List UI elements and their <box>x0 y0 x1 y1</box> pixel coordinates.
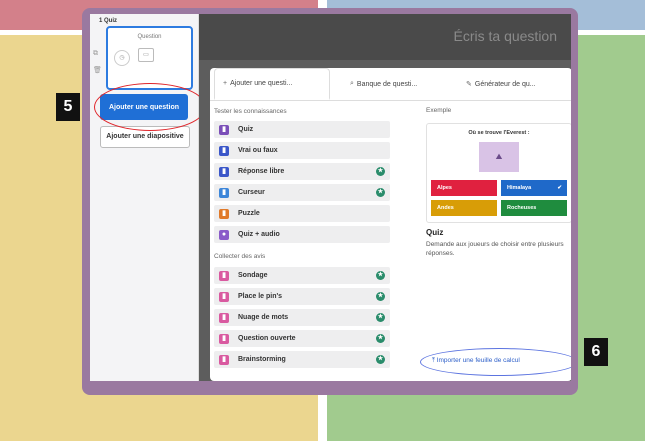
brainstorm-icon: ▮ <box>219 354 229 365</box>
tab-add-question[interactable]: + Ajouter une questi... <box>214 68 330 100</box>
item-label: Question ouverte <box>238 335 296 342</box>
question-type-quiz[interactable]: ▮ Quiz <box>214 121 390 138</box>
example-answer: Rocheuses <box>501 200 567 216</box>
example-preview-card: Où se trouve l'Everest : ⛰ Alpes Himalay… <box>426 123 571 223</box>
knowledge-heading: Tester les connaissances <box>214 108 287 115</box>
tab-label: Ajouter une questi... <box>230 80 293 87</box>
mountain-image-icon: ⛰ <box>479 142 519 172</box>
tab-label: Banque de questi... <box>356 80 418 88</box>
app-screen: 1 Quiz ⧉ 🗑 Question ◷ ▭ Ajouter une ques… <box>90 14 571 381</box>
item-label: Place le pin's <box>238 293 283 300</box>
premium-star-icon: ★ <box>376 313 385 322</box>
question-type-slider[interactable]: ▮ Curseur ★ <box>214 184 390 201</box>
tab-question-bank[interactable]: ⌕ Banque de questi... <box>342 68 452 100</box>
question-type-pin[interactable]: ▮ Place le pin's ★ <box>214 288 390 305</box>
example-type-title: Quiz <box>426 228 444 237</box>
example-answer: Alpes <box>431 180 497 196</box>
true-false-icon: ▮ <box>219 145 229 156</box>
trash-icon[interactable]: 🗑 <box>93 66 102 74</box>
duplicate-icon[interactable]: ⧉ <box>93 50 98 58</box>
answer-label: Himalaya <box>507 185 532 191</box>
step-badge-6: 6 <box>584 338 608 366</box>
item-label: Nuage de mots <box>238 314 289 321</box>
modal-tabs: + Ajouter une questi... ⌕ Banque de ques… <box>210 68 571 101</box>
step-badge-5: 5 <box>56 93 80 121</box>
search-icon: ⌕ <box>350 80 354 87</box>
item-label: Sondage <box>238 272 268 279</box>
slide-thumbnail[interactable]: Question ◷ ▭ <box>106 26 193 90</box>
premium-star-icon: ★ <box>376 334 385 343</box>
poll-icon: ▮ <box>219 270 229 281</box>
word-cloud-icon: ▮ <box>219 312 229 323</box>
question-title-placeholder[interactable]: Écris ta question <box>454 28 558 44</box>
item-label: Réponse libre <box>238 168 285 175</box>
example-question: Où se trouve l'Everest : <box>468 130 530 136</box>
question-type-quiz-audio[interactable]: ● Quiz + audio <box>214 226 390 243</box>
premium-star-icon: ★ <box>376 292 385 301</box>
premium-star-icon: ★ <box>376 167 385 176</box>
slide-panel: 1 Quiz ⧉ 🗑 Question ◷ ▭ Ajouter une ques… <box>90 14 206 381</box>
editor-header: Écris ta question <box>199 14 571 60</box>
premium-star-icon: ★ <box>376 188 385 197</box>
add-question-modal: + Ajouter une questi... ⌕ Banque de ques… <box>210 68 571 381</box>
question-type-open-question[interactable]: ▮ Question ouverte ★ <box>214 330 390 347</box>
annotation-circle-blue <box>420 348 571 376</box>
item-label: Brainstorming <box>238 356 286 363</box>
question-type-free-answer[interactable]: ▮ Réponse libre ★ <box>214 163 390 180</box>
question-type-poll[interactable]: ▮ Sondage ★ <box>214 267 390 284</box>
check-icon: ✔ <box>557 185 562 191</box>
tab-generator[interactable]: ✎ Générateur de qu... <box>458 68 568 100</box>
item-label: Curseur <box>238 189 265 196</box>
pin-icon: ▮ <box>219 291 229 302</box>
item-label: Quiz <box>238 126 254 133</box>
thumbnail-title: Question <box>137 34 162 40</box>
free-answer-icon: ▮ <box>219 166 229 177</box>
example-description: Demande aux joueurs de choisir entre plu… <box>426 241 564 257</box>
puzzle-icon: ▮ <box>219 208 229 219</box>
tab-label: Générateur de qu... <box>474 80 536 88</box>
magic-wand-icon: ✎ <box>466 81 472 88</box>
quiz-icon: ▮ <box>219 124 229 135</box>
slide-number-label: 1 Quiz <box>99 18 118 24</box>
feedback-heading: Collecter des avis <box>214 253 266 260</box>
example-heading: Exemple <box>426 107 452 114</box>
question-type-puzzle[interactable]: ▮ Puzzle <box>214 205 390 222</box>
item-label: Quiz + audio <box>238 231 280 238</box>
question-type-word-cloud[interactable]: ▮ Nuage de mots ★ <box>214 309 390 326</box>
premium-star-icon: ★ <box>376 355 385 364</box>
timer-icon: ◷ <box>114 50 130 66</box>
slider-icon: ▮ <box>219 187 229 198</box>
audio-icon: ● <box>219 229 229 240</box>
example-answer: Andes <box>431 200 497 216</box>
plus-icon: + <box>223 80 228 87</box>
annotation-circle-red <box>94 83 206 131</box>
image-placeholder-icon: ▭ <box>138 48 154 62</box>
question-type-brainstorming[interactable]: ▮ Brainstorming ★ <box>214 351 390 368</box>
example-answer-correct: Himalaya ✔ <box>501 180 567 196</box>
premium-star-icon: ★ <box>376 271 385 280</box>
item-label: Vrai ou faux <box>238 147 278 154</box>
question-type-true-false[interactable]: ▮ Vrai ou faux <box>214 142 390 159</box>
item-label: Puzzle <box>238 210 260 217</box>
open-question-icon: ▮ <box>219 333 229 344</box>
